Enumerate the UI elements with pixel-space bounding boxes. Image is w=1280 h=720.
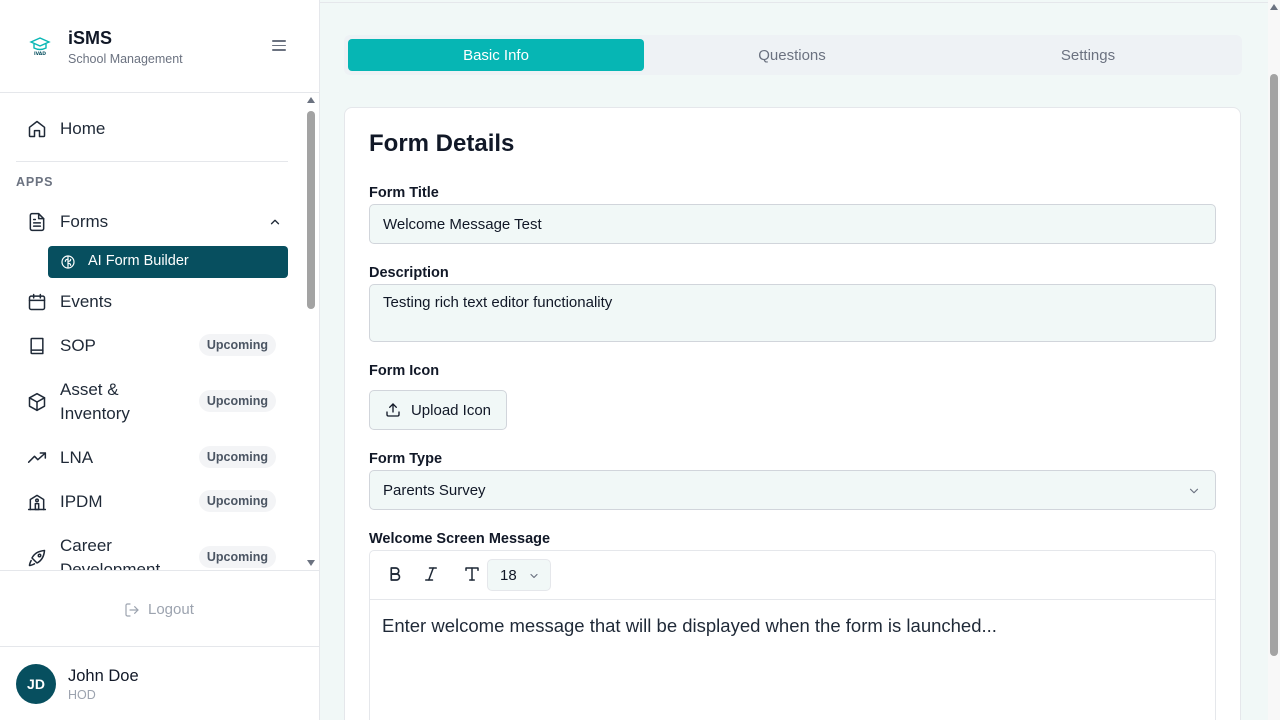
app-title: iSMS	[68, 28, 113, 48]
top-border	[320, 0, 1268, 3]
user-name: John Doe	[68, 667, 139, 685]
upload-button-label: Upload Icon	[410, 401, 492, 419]
sidebar-item-label: Forms	[60, 212, 109, 231]
package-icon	[27, 392, 47, 412]
sidebar-item-label: Development	[60, 560, 161, 570]
upcoming-badge: Upcoming	[198, 546, 276, 568]
logout-icon	[125, 602, 139, 617]
home-icon	[27, 119, 47, 139]
file-text-icon	[27, 212, 47, 232]
sidebar-item-label: SOP	[60, 336, 96, 355]
trending-up-icon	[27, 448, 47, 468]
sidebar-item-asset-inventory[interactable]: Asset & Inventory Upcoming	[16, 378, 288, 426]
sidebar-item-label: Home	[60, 119, 106, 138]
tab-basic-info[interactable]: Basic Info	[348, 39, 644, 71]
form-title-input[interactable]: Welcome Message Test	[369, 204, 1216, 244]
bold-icon[interactable]	[386, 565, 406, 585]
sidebar-item-label: Events	[60, 292, 112, 311]
editor-toolbar: 18	[370, 551, 1215, 600]
logout-label: Logout	[148, 601, 194, 618]
tab-questions[interactable]: Questions	[644, 39, 940, 71]
brand-header: IVAD iSMS School Management	[0, 0, 319, 93]
chevron-down-icon	[530, 573, 538, 579]
upload-icon	[386, 403, 400, 417]
upcoming-badge: Upcoming	[198, 490, 276, 512]
brain-icon	[61, 255, 75, 269]
welcome-message-editor[interactable]: Enter welcome message that will be displ…	[382, 615, 997, 637]
form-title-label: Form Title	[369, 185, 439, 201]
italic-icon[interactable]	[422, 565, 442, 585]
section-title-apps: APPS	[16, 175, 54, 189]
user-role: HOD	[68, 688, 96, 702]
description-textarea[interactable]: Testing rich text editor functionality	[369, 284, 1216, 342]
logout-button[interactable]: Logout	[124, 601, 194, 618]
rocket-icon	[27, 548, 47, 568]
sidebar-item-label: LNA	[60, 448, 94, 467]
scroll-up-arrow-icon[interactable]	[1270, 4, 1278, 10]
tab-settings[interactable]: Settings	[940, 39, 1236, 71]
sidebar-item-sop[interactable]: SOP Upcoming	[16, 332, 288, 360]
font-size-select[interactable]: 18	[487, 559, 551, 591]
scroll-up-arrow-icon[interactable]	[307, 97, 315, 103]
tab-bar: Basic Info Questions Settings	[344, 35, 1242, 75]
avatar: JD	[16, 664, 56, 704]
sidebar-nav: Home APPS Forms AI Form Builder Events S…	[0, 93, 304, 570]
sidebar-subitem-ai-form-builder[interactable]: AI Form Builder	[48, 246, 288, 278]
chevron-up-icon[interactable]	[268, 215, 282, 229]
page-scrollbar[interactable]	[1268, 0, 1280, 720]
school-building-icon	[27, 492, 47, 512]
chevron-down-icon	[1189, 488, 1199, 494]
sidebar-item-home[interactable]: Home	[16, 117, 288, 141]
upcoming-badge: Upcoming	[198, 446, 276, 468]
user-profile[interactable]: JD John Doe HOD	[0, 647, 319, 720]
sidebar-scroll-thumb[interactable]	[307, 111, 315, 309]
sidebar-item-forms[interactable]: Forms	[16, 210, 288, 234]
app-subtitle: School Management	[68, 52, 183, 66]
form-icon-label: Form Icon	[369, 363, 440, 379]
school-logo-icon: IVAD	[29, 37, 51, 57]
sidebar-item-label: Inventory	[60, 404, 130, 423]
scroll-down-arrow-icon[interactable]	[307, 560, 315, 566]
rich-text-editor: 18 Enter welcome message that will be di…	[369, 550, 1216, 720]
sidebar: IVAD iSMS School Management Home APPS Fo…	[0, 0, 320, 720]
font-size-value: 18	[500, 566, 517, 584]
sidebar-item-career-development[interactable]: Career Development Upcoming	[16, 534, 288, 570]
form-type-select[interactable]: Parents Survey	[369, 470, 1216, 510]
logout-area: Logout	[0, 570, 319, 647]
sidebar-item-label: IPDM	[60, 492, 103, 511]
sidebar-subitem-label: AI Form Builder	[88, 253, 189, 269]
form-type-label: Form Type	[369, 451, 443, 467]
sidebar-scrollbar[interactable]	[304, 93, 318, 570]
form-details-card: Form Details Form Title Welcome Message …	[344, 107, 1241, 720]
upload-icon-button[interactable]: Upload Icon	[369, 390, 507, 430]
form-type-value: Parents Survey	[383, 481, 486, 499]
upcoming-badge: Upcoming	[198, 390, 276, 412]
text-size-icon[interactable]	[463, 565, 483, 585]
sidebar-item-label: Asset &	[60, 380, 119, 399]
calendar-icon	[27, 292, 47, 312]
book-icon	[27, 336, 47, 356]
card-title: Form Details	[369, 130, 515, 157]
description-label: Description	[369, 265, 449, 281]
menu-toggle-icon[interactable]	[272, 40, 286, 52]
divider	[16, 161, 288, 162]
sidebar-item-ipdm[interactable]: IPDM Upcoming	[16, 488, 288, 516]
sidebar-item-lna[interactable]: LNA Upcoming	[16, 444, 288, 472]
upcoming-badge: Upcoming	[198, 334, 276, 356]
sidebar-item-events[interactable]: Events	[16, 290, 288, 314]
sidebar-item-label: Career	[60, 536, 112, 555]
svg-text:IVAD: IVAD	[34, 51, 46, 57]
welcome-message-label: Welcome Screen Message	[369, 531, 551, 547]
page-scroll-thumb[interactable]	[1270, 74, 1278, 656]
